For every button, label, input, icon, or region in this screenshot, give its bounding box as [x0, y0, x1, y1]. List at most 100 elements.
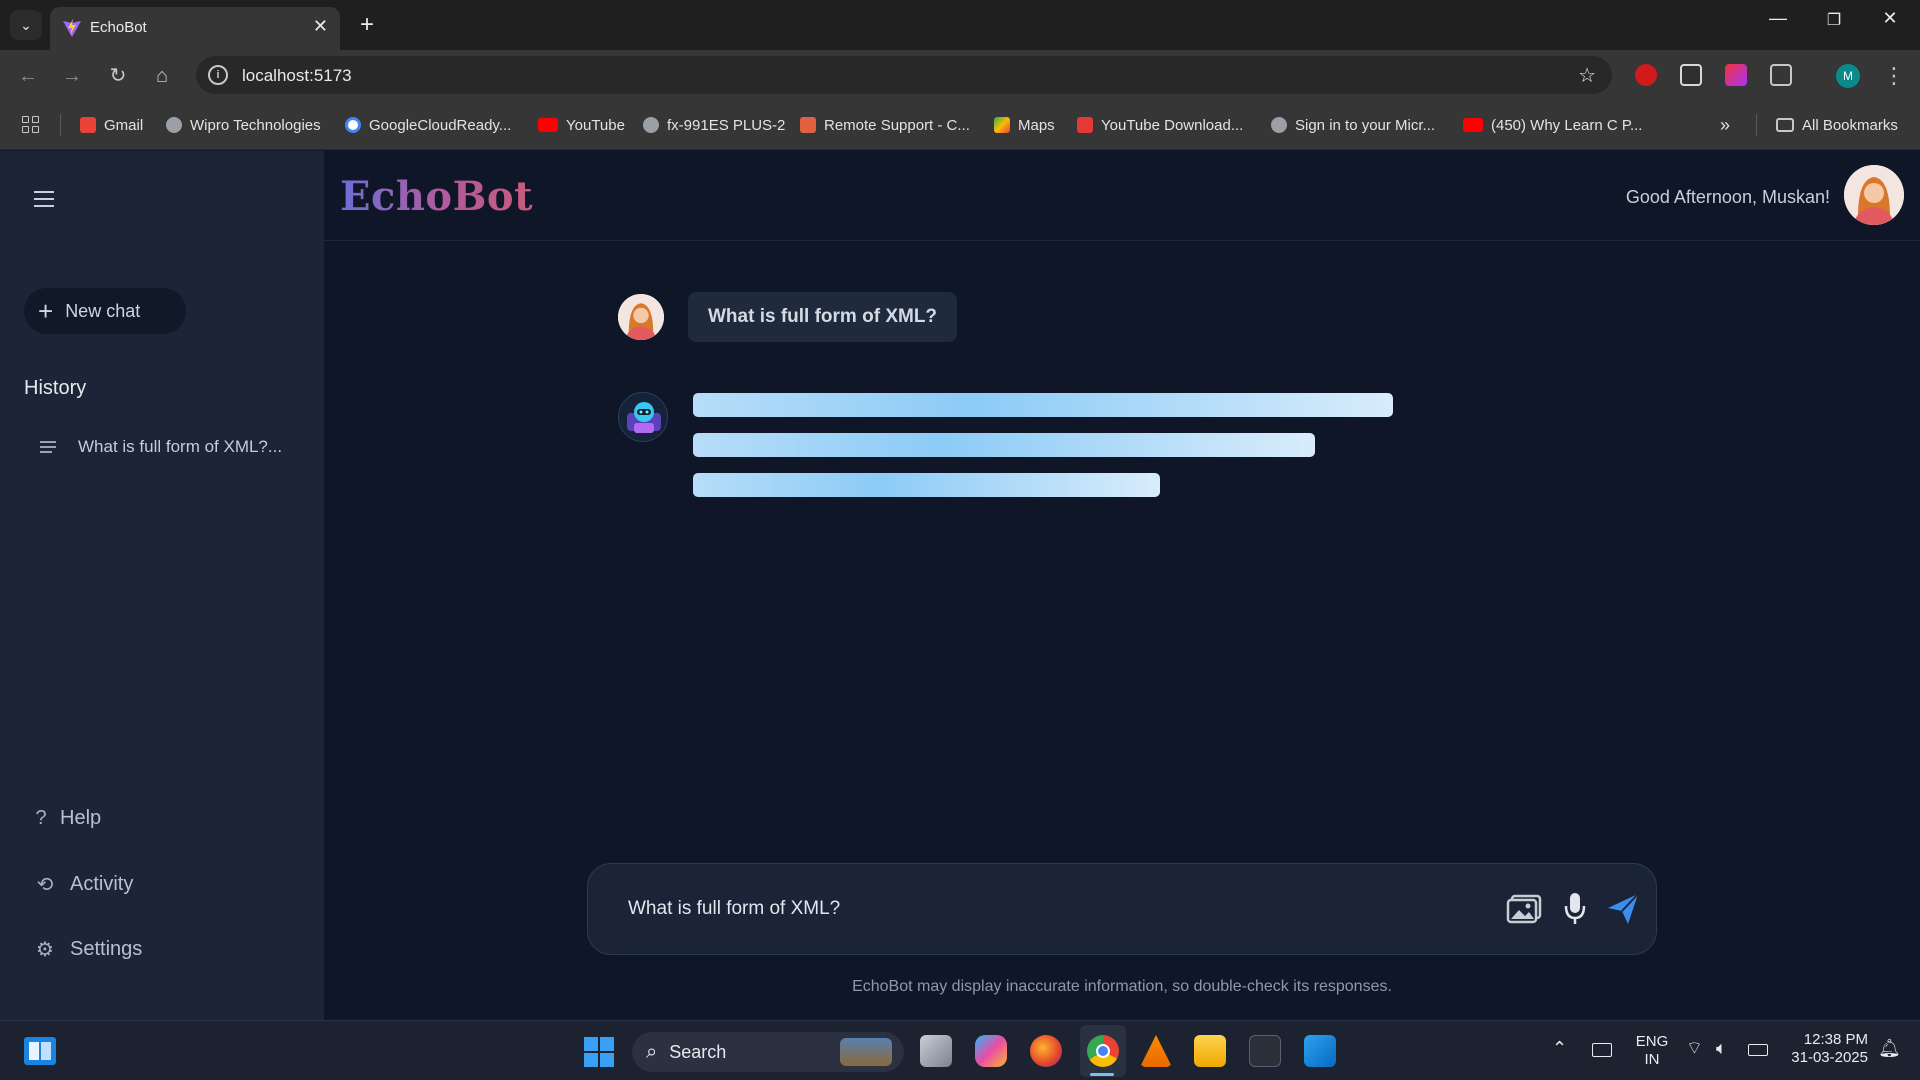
- new-chat-button[interactable]: + New chat: [24, 288, 186, 334]
- user-avatar-icon: [618, 294, 664, 340]
- user-avatar-icon: [1844, 165, 1904, 225]
- bookmark-fx991[interactable]: fx-991ES PLUS-2: [643, 115, 785, 135]
- new-tab-icon[interactable]: +: [352, 10, 382, 40]
- history-clock-icon: ⟲: [36, 874, 54, 896]
- restore-icon[interactable]: ❐: [1814, 10, 1854, 30]
- gallery-icon[interactable]: [1506, 894, 1542, 924]
- plus-icon: +: [38, 296, 54, 326]
- keyboard-icon[interactable]: [1592, 1043, 1612, 1057]
- menu-toggle-icon[interactable]: [34, 191, 54, 207]
- back-icon[interactable]: ←: [14, 62, 42, 90]
- user-avatar[interactable]: [1844, 165, 1904, 225]
- forward-icon[interactable]: →: [58, 62, 86, 90]
- loading-skeleton-line: [693, 473, 1160, 497]
- task-view-icon[interactable]: [920, 1035, 952, 1067]
- help-label: Help: [60, 807, 102, 829]
- bookmark-youtube-download[interactable]: YouTube Download...: [1077, 115, 1243, 135]
- robot-icon: [619, 393, 667, 441]
- bookmark-label: Gmail: [104, 116, 144, 134]
- greeting-text: Good Afternoon, Muskan!: [1625, 187, 1830, 207]
- tab-search-dropdown-icon[interactable]: ⌄: [10, 10, 42, 40]
- bookmark-label: Wipro Technologies: [190, 116, 321, 134]
- volume-icon[interactable]: 🔈︎: [1716, 1039, 1727, 1057]
- tray-overflow-icon[interactable]: ⌃: [1552, 1039, 1567, 1057]
- all-bookmarks-label: All Bookmarks: [1802, 116, 1898, 134]
- bookmark-wipro[interactable]: Wipro Technologies: [166, 115, 321, 135]
- chat-main: EchoBot Good Afternoon, Muskan! What is …: [324, 151, 1920, 1020]
- youtube-icon: [538, 118, 558, 132]
- activity-link[interactable]: ⟲ Activity: [34, 872, 134, 897]
- firefox-icon[interactable]: [1030, 1035, 1062, 1067]
- help-link[interactable]: ? Help: [34, 807, 101, 830]
- battery-icon[interactable]: [1748, 1044, 1768, 1056]
- home-icon[interactable]: ⌂: [148, 62, 176, 90]
- settings-link[interactable]: ⚙ Settings: [34, 937, 142, 962]
- bookmark-gmail[interactable]: Gmail: [80, 115, 143, 135]
- reload-icon[interactable]: ↻: [104, 62, 132, 90]
- widgets-icon[interactable]: [24, 1037, 56, 1065]
- vite-favicon-icon: [63, 19, 81, 37]
- file-explorer-icon[interactable]: [1194, 1035, 1226, 1067]
- minimize-icon[interactable]: —: [1758, 8, 1798, 29]
- bookmark-why-learn-c[interactable]: (450) Why Learn C P...: [1463, 115, 1642, 135]
- chrome-icon[interactable]: [1087, 1035, 1119, 1067]
- notifications-icon[interactable]: 🔔︎: [1878, 1039, 1901, 1057]
- bookmark-label: YouTube: [566, 116, 625, 134]
- vlc-icon[interactable]: [1140, 1035, 1172, 1067]
- site-info-icon[interactable]: i: [208, 65, 228, 85]
- history-item[interactable]: What is full form of XML?...: [40, 437, 282, 457]
- extension-purple-icon[interactable]: [1725, 64, 1747, 86]
- copilot-icon[interactable]: [975, 1035, 1007, 1067]
- bookmark-label: YouTube Download...: [1101, 116, 1244, 134]
- bookmark-maps[interactable]: Maps: [994, 115, 1055, 135]
- history-heading: History: [24, 377, 87, 399]
- bookmark-youtube[interactable]: YouTube: [538, 115, 625, 135]
- message-user-avatar: [618, 294, 664, 340]
- browser-toolbar: ← → ↻ ⌂ i localhost:5173 ☆ M ⋮: [0, 50, 1920, 100]
- app-logo: EchoBot: [340, 173, 534, 220]
- loading-skeleton-line: [693, 433, 1315, 457]
- clock[interactable]: 12:38 PM 31-03-2025: [1784, 1031, 1868, 1067]
- tab-close-icon[interactable]: ✕: [313, 16, 328, 37]
- extension-red-icon[interactable]: [1635, 64, 1657, 86]
- chrome-menu-icon[interactable]: ⋮: [1880, 62, 1908, 90]
- apps-grid-icon[interactable]: [22, 116, 40, 134]
- maps-icon: [994, 117, 1010, 133]
- extensions-puzzle-icon[interactable]: [1770, 64, 1792, 86]
- bookmarks-divider: [1756, 114, 1757, 136]
- bookmark-microsoft-signin[interactable]: Sign in to your Micr...: [1271, 115, 1435, 135]
- wifi-icon[interactable]: ⌔: [1686, 1039, 1703, 1057]
- globe-icon: [166, 117, 182, 133]
- address-bar[interactable]: i localhost:5173 ☆: [196, 56, 1612, 94]
- language-bottom: IN: [1644, 1051, 1660, 1068]
- all-bookmarks[interactable]: All Bookmarks: [1776, 115, 1898, 135]
- bookmarks-bar: Gmail Wipro Technologies GoogleCloudRead…: [0, 100, 1920, 150]
- prompt-input[interactable]: [628, 898, 1448, 920]
- bookmark-label: fx-991ES PLUS-2: [667, 116, 786, 134]
- active-app-indicator: [1090, 1073, 1114, 1076]
- terminal-icon[interactable]: [1249, 1035, 1281, 1067]
- browser-tab-echobot[interactable]: EchoBot ✕: [50, 7, 340, 50]
- windows-start-icon[interactable]: [584, 1037, 614, 1067]
- tab-title: EchoBot: [90, 19, 147, 36]
- gear-icon: ⚙: [36, 939, 54, 961]
- bookmark-star-icon[interactable]: ☆: [1578, 63, 1596, 88]
- vscode-icon[interactable]: [1304, 1035, 1336, 1067]
- extension-screen-icon[interactable]: [1680, 64, 1702, 86]
- taskbar-search[interactable]: ⌕ Search: [632, 1032, 904, 1072]
- url-text: localhost:5173: [242, 66, 352, 85]
- send-icon[interactable]: [1606, 892, 1640, 926]
- microphone-icon[interactable]: [1562, 891, 1588, 927]
- bookmark-remote-support[interactable]: Remote Support - C...: [800, 115, 970, 135]
- globe-icon: [1271, 117, 1287, 133]
- profile-avatar[interactable]: M: [1836, 64, 1860, 88]
- bookmarks-overflow-icon[interactable]: »: [1720, 115, 1730, 135]
- sidebar: + New chat History What is full form of …: [0, 151, 324, 1020]
- bookmark-googlecloud[interactable]: GoogleCloudReady...: [345, 115, 511, 135]
- disclaimer-text: EchoBot may display inaccurate informati…: [852, 978, 1392, 995]
- settings-label: Settings: [70, 938, 143, 960]
- folder-icon: [1776, 118, 1794, 132]
- language-indicator[interactable]: ENG IN: [1634, 1033, 1670, 1069]
- window-close-icon[interactable]: ✕: [1870, 8, 1910, 29]
- app-header: EchoBot Good Afternoon, Muskan!: [324, 151, 1920, 241]
